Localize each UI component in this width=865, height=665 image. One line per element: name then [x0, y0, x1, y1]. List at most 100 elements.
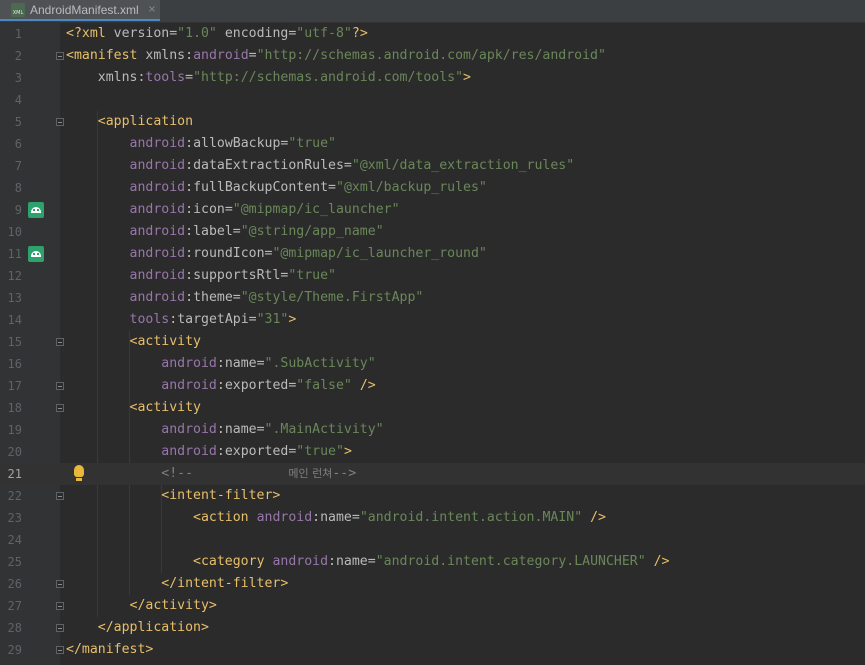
- code-line[interactable]: 25 <category android:name="android.inten…: [0, 551, 865, 573]
- fold-collapse-icon[interactable]: [56, 52, 64, 60]
- code-line[interactable]: 22 <intent-filter>: [0, 485, 865, 507]
- code-token: >: [343, 444, 352, 459]
- code-token: targetApi: [177, 312, 249, 327]
- code-token: =: [248, 48, 257, 63]
- code-token: "false": [296, 378, 352, 393]
- code-text: <application: [66, 111, 193, 133]
- code-token: :: [216, 422, 225, 437]
- fold-end-icon[interactable]: [56, 646, 64, 654]
- code-line[interactable]: 13 android:theme="@style/Theme.FirstApp": [0, 287, 865, 309]
- code-line[interactable]: 20 android:exported="true">: [0, 441, 865, 463]
- code-token: -->: [332, 466, 357, 481]
- code-token: <activity: [129, 334, 201, 349]
- code-line[interactable]: 6 android:allowBackup="true": [0, 133, 865, 155]
- code-text: android:dataExtractionRules="@xml/data_e…: [66, 155, 575, 177]
- fold-end-icon[interactable]: [56, 580, 64, 588]
- code-text: <category android:name="android.intent.c…: [66, 551, 669, 573]
- code-token: "true": [288, 268, 336, 283]
- code-token: "@xml/backup_rules": [336, 180, 487, 195]
- editor-tab-bar: XML AndroidManifest.xml ×: [0, 0, 865, 23]
- tab-android-manifest[interactable]: XML AndroidManifest.xml ×: [0, 0, 160, 21]
- line-number: 3: [14, 71, 22, 85]
- code-token: android: [129, 202, 186, 217]
- code-token: "android.intent.action.MAIN": [359, 510, 583, 525]
- code-token: "utf-8": [296, 26, 352, 41]
- line-number: 10: [7, 225, 22, 239]
- code-token: </activity>: [129, 598, 217, 613]
- code-token: =: [232, 290, 241, 305]
- line-number: 26: [7, 577, 22, 591]
- code-line[interactable]: 26 </intent-filter>: [0, 573, 865, 595]
- code-line[interactable]: 9 android:icon="@mipmap/ic_launcher": [0, 199, 865, 221]
- code-token: name: [335, 554, 368, 569]
- code-line[interactable]: 17 android:exported="false" />: [0, 375, 865, 397]
- fold-collapse-icon[interactable]: [56, 492, 64, 500]
- line-number: 8: [14, 181, 22, 195]
- fold-end-icon[interactable]: [56, 624, 64, 632]
- line-number: 17: [7, 379, 22, 393]
- line-number: 1: [14, 27, 22, 41]
- code-token: =: [169, 26, 178, 41]
- code-token: android: [193, 48, 249, 63]
- code-text: <intent-filter>: [66, 485, 280, 507]
- code-line[interactable]: 3 xmlns:tools="http://schemas.android.co…: [0, 67, 865, 89]
- line-number: 12: [7, 269, 22, 283]
- code-token: android: [129, 158, 186, 173]
- code-line[interactable]: 10 android:label="@string/app_name": [0, 221, 865, 243]
- code-text: <?xml version="1.0" encoding="utf-8"?>: [66, 23, 368, 45]
- code-token: <intent-filter>: [161, 488, 281, 503]
- code-line[interactable]: 27 </activity>: [0, 595, 865, 617]
- code-line[interactable]: 2 <manifest xmlns:android="http://schemas…: [0, 45, 865, 67]
- code-line[interactable]: 19 android:name=".MainActivity": [0, 419, 865, 441]
- code-line[interactable]: 8 android:fullBackupContent="@xml/backup…: [0, 177, 865, 199]
- code-token: android: [129, 290, 186, 305]
- code-line[interactable]: 7 android:dataExtractionRules="@xml/data…: [0, 155, 865, 177]
- code-text: tools:targetApi="31">: [66, 309, 297, 331]
- code-line[interactable]: 14 tools:targetApi="31">: [0, 309, 865, 331]
- code-line[interactable]: 5 <application: [0, 111, 865, 133]
- code-token: label: [193, 224, 233, 239]
- code-text: <action android:name="android.intent.act…: [66, 507, 606, 529]
- close-icon[interactable]: ×: [148, 4, 156, 15]
- code-line[interactable]: 24: [0, 529, 865, 551]
- code-line[interactable]: 23 <action android:name="android.intent.…: [0, 507, 865, 529]
- code-token: android: [161, 356, 217, 371]
- code-token: android: [129, 136, 186, 151]
- code-line[interactable]: 16 android:name=".SubActivity": [0, 353, 865, 375]
- line-number: 6: [14, 137, 22, 151]
- fold-collapse-icon[interactable]: [56, 338, 64, 346]
- code-line[interactable]: 29 </manifest>: [0, 639, 865, 661]
- code-token: android: [129, 268, 186, 283]
- android-icon[interactable]: [28, 202, 44, 218]
- code-line[interactable]: 15 <activity: [0, 331, 865, 353]
- code-token: "@string/app_name": [240, 224, 384, 239]
- code-token: =: [248, 312, 257, 327]
- line-number: 15: [7, 335, 22, 349]
- code-line[interactable]: 28 </application>: [0, 617, 865, 639]
- code-token: allowBackup: [193, 136, 281, 151]
- code-line[interactable]: 18 <activity: [0, 397, 865, 419]
- fold-collapse-icon[interactable]: [56, 404, 64, 412]
- fold-end-icon[interactable]: [56, 602, 64, 610]
- code-token: =: [351, 510, 360, 525]
- code-line[interactable]: 1 <?xml version="1.0" encoding="utf-8"?>: [0, 23, 865, 45]
- code-token: />: [645, 554, 670, 569]
- code-line[interactable]: 4: [0, 89, 865, 111]
- code-token: 메인 런쳐: [288, 467, 333, 480]
- fold-collapse-icon[interactable]: [56, 118, 64, 126]
- code-text: </activity>: [66, 595, 217, 617]
- android-icon[interactable]: [28, 246, 44, 262]
- code-line[interactable]: 21 <!-- 메인 런쳐-->: [0, 463, 865, 485]
- code-token: encoding: [216, 26, 289, 41]
- code-token: exported: [224, 444, 289, 459]
- code-line[interactable]: 11 android:roundIcon="@mipmap/ic_launche…: [0, 243, 865, 265]
- code-line[interactable]: 12 android:supportsRtl="true": [0, 265, 865, 287]
- code-token: android: [272, 554, 329, 569]
- fold-end-icon[interactable]: [56, 382, 64, 390]
- code-token: "@mipmap/ic_launcher": [232, 202, 400, 217]
